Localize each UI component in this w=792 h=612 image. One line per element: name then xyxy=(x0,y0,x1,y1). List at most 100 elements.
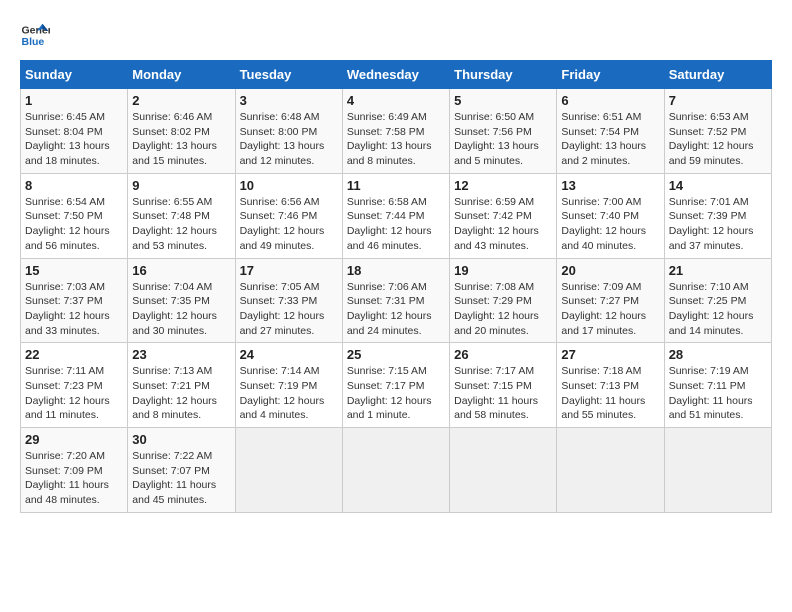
sunrise-text: Sunrise: 6:54 AM xyxy=(25,196,105,208)
sunset-text: Sunset: 8:00 PM xyxy=(240,126,318,138)
day-number: 23 xyxy=(132,347,230,362)
calendar-cell: 3 Sunrise: 6:48 AM Sunset: 8:00 PM Dayli… xyxy=(235,89,342,174)
column-header-monday: Monday xyxy=(128,61,235,89)
sunset-text: Sunset: 8:02 PM xyxy=(132,126,210,138)
svg-text:General: General xyxy=(22,25,51,37)
day-number: 25 xyxy=(347,347,445,362)
sunrise-text: Sunrise: 6:59 AM xyxy=(454,196,534,208)
calendar-week-row: 22 Sunrise: 7:11 AM Sunset: 7:23 PM Dayl… xyxy=(21,343,772,428)
daylight-text: Daylight: 13 hours and 12 minutes. xyxy=(240,140,325,167)
calendar-cell: 2 Sunrise: 6:46 AM Sunset: 8:02 PM Dayli… xyxy=(128,89,235,174)
sunrise-text: Sunrise: 7:05 AM xyxy=(240,281,320,293)
day-info: Sunrise: 7:11 AM Sunset: 7:23 PM Dayligh… xyxy=(25,364,123,423)
day-number: 10 xyxy=(240,178,338,193)
daylight-text: Daylight: 12 hours and 24 minutes. xyxy=(347,310,432,337)
calendar-cell: 6 Sunrise: 6:51 AM Sunset: 7:54 PM Dayli… xyxy=(557,89,664,174)
sunset-text: Sunset: 7:33 PM xyxy=(240,295,318,307)
sunrise-text: Sunrise: 6:46 AM xyxy=(132,111,212,123)
day-info: Sunrise: 7:06 AM Sunset: 7:31 PM Dayligh… xyxy=(347,280,445,339)
sunrise-text: Sunrise: 7:18 AM xyxy=(561,365,641,377)
daylight-text: Daylight: 13 hours and 15 minutes. xyxy=(132,140,217,167)
day-number: 21 xyxy=(669,263,767,278)
sunset-text: Sunset: 7:50 PM xyxy=(25,210,103,222)
column-header-thursday: Thursday xyxy=(450,61,557,89)
day-info: Sunrise: 7:09 AM Sunset: 7:27 PM Dayligh… xyxy=(561,280,659,339)
day-info: Sunrise: 6:55 AM Sunset: 7:48 PM Dayligh… xyxy=(132,195,230,254)
sunset-text: Sunset: 7:15 PM xyxy=(454,380,532,392)
daylight-text: Daylight: 12 hours and 53 minutes. xyxy=(132,225,217,252)
calendar-cell: 26 Sunrise: 7:17 AM Sunset: 7:15 PM Dayl… xyxy=(450,343,557,428)
day-number: 6 xyxy=(561,93,659,108)
sunrise-text: Sunrise: 6:56 AM xyxy=(240,196,320,208)
daylight-text: Daylight: 13 hours and 2 minutes. xyxy=(561,140,646,167)
sunset-text: Sunset: 7:40 PM xyxy=(561,210,639,222)
calendar-cell: 17 Sunrise: 7:05 AM Sunset: 7:33 PM Dayl… xyxy=(235,258,342,343)
daylight-text: Daylight: 11 hours and 58 minutes. xyxy=(454,395,538,422)
calendar-header-row: SundayMondayTuesdayWednesdayThursdayFrid… xyxy=(21,61,772,89)
daylight-text: Daylight: 12 hours and 20 minutes. xyxy=(454,310,539,337)
calendar-week-row: 8 Sunrise: 6:54 AM Sunset: 7:50 PM Dayli… xyxy=(21,173,772,258)
svg-text:Blue: Blue xyxy=(22,36,45,48)
day-info: Sunrise: 6:46 AM Sunset: 8:02 PM Dayligh… xyxy=(132,110,230,169)
daylight-text: Daylight: 12 hours and 40 minutes. xyxy=(561,225,646,252)
sunrise-text: Sunrise: 7:15 AM xyxy=(347,365,427,377)
day-number: 22 xyxy=(25,347,123,362)
day-number: 9 xyxy=(132,178,230,193)
calendar-cell: 5 Sunrise: 6:50 AM Sunset: 7:56 PM Dayli… xyxy=(450,89,557,174)
daylight-text: Daylight: 12 hours and 14 minutes. xyxy=(669,310,754,337)
day-info: Sunrise: 6:56 AM Sunset: 7:46 PM Dayligh… xyxy=(240,195,338,254)
day-info: Sunrise: 6:50 AM Sunset: 7:56 PM Dayligh… xyxy=(454,110,552,169)
calendar-cell: 18 Sunrise: 7:06 AM Sunset: 7:31 PM Dayl… xyxy=(342,258,449,343)
sunrise-text: Sunrise: 7:19 AM xyxy=(669,365,749,377)
page-header: General Blue xyxy=(20,20,772,50)
daylight-text: Daylight: 11 hours and 48 minutes. xyxy=(25,479,109,506)
day-number: 28 xyxy=(669,347,767,362)
calendar-cell: 25 Sunrise: 7:15 AM Sunset: 7:17 PM Dayl… xyxy=(342,343,449,428)
daylight-text: Daylight: 12 hours and 49 minutes. xyxy=(240,225,325,252)
day-info: Sunrise: 7:03 AM Sunset: 7:37 PM Dayligh… xyxy=(25,280,123,339)
daylight-text: Daylight: 12 hours and 37 minutes. xyxy=(669,225,754,252)
calendar-cell: 11 Sunrise: 6:58 AM Sunset: 7:44 PM Dayl… xyxy=(342,173,449,258)
day-number: 19 xyxy=(454,263,552,278)
day-info: Sunrise: 6:51 AM Sunset: 7:54 PM Dayligh… xyxy=(561,110,659,169)
sunrise-text: Sunrise: 6:55 AM xyxy=(132,196,212,208)
day-info: Sunrise: 7:14 AM Sunset: 7:19 PM Dayligh… xyxy=(240,364,338,423)
daylight-text: Daylight: 12 hours and 27 minutes. xyxy=(240,310,325,337)
day-info: Sunrise: 7:19 AM Sunset: 7:11 PM Dayligh… xyxy=(669,364,767,423)
calendar-cell: 16 Sunrise: 7:04 AM Sunset: 7:35 PM Dayl… xyxy=(128,258,235,343)
sunset-text: Sunset: 7:42 PM xyxy=(454,210,532,222)
daylight-text: Daylight: 12 hours and 56 minutes. xyxy=(25,225,110,252)
sunset-text: Sunset: 7:56 PM xyxy=(454,126,532,138)
calendar-cell xyxy=(450,428,557,513)
daylight-text: Daylight: 12 hours and 11 minutes. xyxy=(25,395,110,422)
daylight-text: Daylight: 12 hours and 4 minutes. xyxy=(240,395,325,422)
sunset-text: Sunset: 7:23 PM xyxy=(25,380,103,392)
day-number: 15 xyxy=(25,263,123,278)
sunrise-text: Sunrise: 7:06 AM xyxy=(347,281,427,293)
day-info: Sunrise: 6:53 AM Sunset: 7:52 PM Dayligh… xyxy=(669,110,767,169)
daylight-text: Daylight: 12 hours and 1 minute. xyxy=(347,395,432,422)
sunset-text: Sunset: 7:21 PM xyxy=(132,380,210,392)
day-number: 11 xyxy=(347,178,445,193)
sunrise-text: Sunrise: 6:48 AM xyxy=(240,111,320,123)
sunset-text: Sunset: 7:29 PM xyxy=(454,295,532,307)
calendar-cell xyxy=(557,428,664,513)
day-info: Sunrise: 6:49 AM Sunset: 7:58 PM Dayligh… xyxy=(347,110,445,169)
daylight-text: Daylight: 13 hours and 8 minutes. xyxy=(347,140,432,167)
sunset-text: Sunset: 7:39 PM xyxy=(669,210,747,222)
sunset-text: Sunset: 7:54 PM xyxy=(561,126,639,138)
day-number: 5 xyxy=(454,93,552,108)
day-info: Sunrise: 7:20 AM Sunset: 7:09 PM Dayligh… xyxy=(25,449,123,508)
calendar-cell xyxy=(342,428,449,513)
day-number: 7 xyxy=(669,93,767,108)
sunset-text: Sunset: 7:58 PM xyxy=(347,126,425,138)
daylight-text: Daylight: 12 hours and 8 minutes. xyxy=(132,395,217,422)
column-header-sunday: Sunday xyxy=(21,61,128,89)
day-number: 3 xyxy=(240,93,338,108)
day-number: 18 xyxy=(347,263,445,278)
daylight-text: Daylight: 12 hours and 46 minutes. xyxy=(347,225,432,252)
day-number: 30 xyxy=(132,432,230,447)
sunset-text: Sunset: 7:17 PM xyxy=(347,380,425,392)
sunset-text: Sunset: 7:48 PM xyxy=(132,210,210,222)
calendar-cell: 23 Sunrise: 7:13 AM Sunset: 7:21 PM Dayl… xyxy=(128,343,235,428)
